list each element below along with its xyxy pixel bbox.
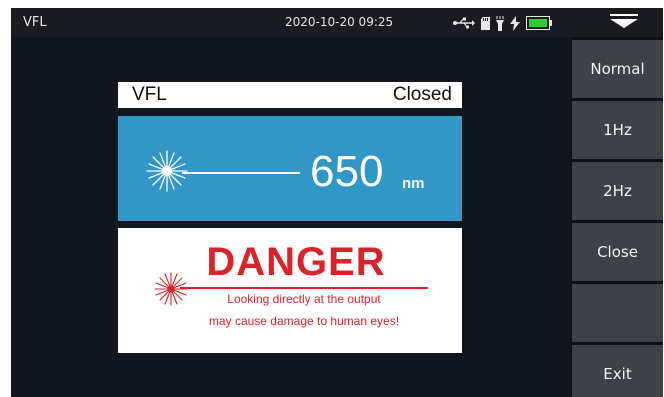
danger-underline	[180, 287, 428, 289]
device-screen: VFL 2020-10-20 09:25 VFL Closed 650 nm D…	[11, 8, 663, 397]
menu-dropdown-icon	[610, 13, 638, 32]
warning-line-2: may cause damage to human eyes!	[208, 314, 400, 328]
flashlight-icon	[496, 15, 504, 31]
app-title: VFL	[23, 15, 47, 30]
sd-card-icon	[481, 16, 490, 30]
vfl-label: VFL	[132, 84, 167, 105]
battery-icon	[526, 16, 552, 30]
vfl-status-header: VFL Closed	[118, 82, 462, 108]
warning-line-1: Looking directly at the output	[227, 292, 381, 306]
normal-mode-button[interactable]: Normal	[572, 40, 663, 98]
status-icons	[453, 13, 552, 33]
exit-button[interactable]: Exit	[572, 345, 663, 397]
wavelength-value: 650	[310, 147, 384, 196]
1hz-mode-button[interactable]: 1Hz	[572, 101, 663, 159]
2hz-mode-button[interactable]: 2Hz	[572, 162, 663, 220]
vfl-status: Closed	[392, 84, 452, 105]
danger-title: DANGER	[206, 240, 386, 284]
menu-dropdown-button[interactable]	[585, 8, 663, 37]
side-menu: Normal 1Hz 2Hz Close Exit	[570, 37, 663, 397]
wavelength-panel: 650 nm	[118, 116, 462, 221]
danger-warning-panel: DANGER Looking directly at the output ma…	[118, 228, 462, 353]
charging-bolt-icon	[510, 15, 520, 31]
close-button[interactable]: Close	[572, 223, 663, 281]
wavelength-unit: nm	[402, 175, 425, 192]
laser-beam-line	[182, 172, 300, 174]
status-bar: VFL 2020-10-20 09:25	[11, 8, 663, 37]
empty-button[interactable]	[572, 284, 663, 342]
date-time: 2020-10-20 09:25	[285, 15, 394, 29]
usb-icon	[453, 17, 475, 29]
